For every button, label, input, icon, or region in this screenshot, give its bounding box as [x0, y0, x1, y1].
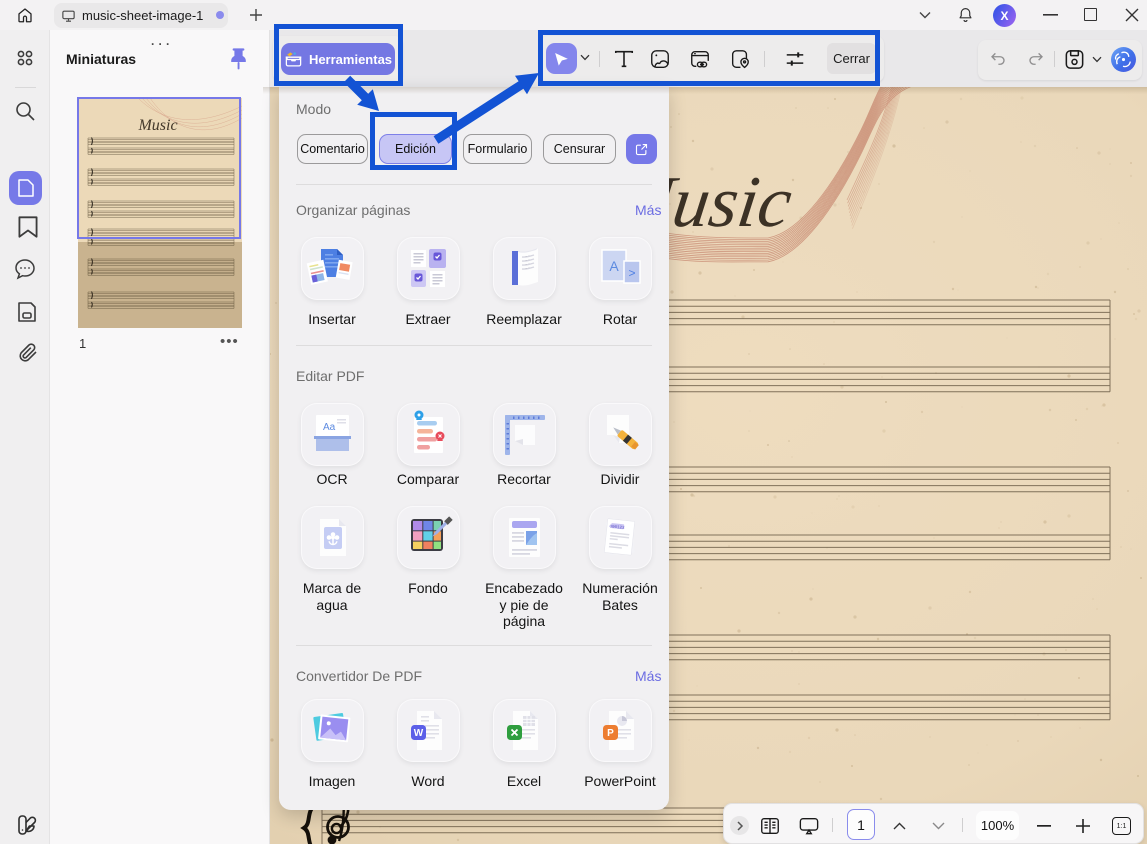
- svg-text:P: P: [607, 728, 614, 739]
- svg-text:W: W: [414, 728, 424, 739]
- svg-text:>: >: [628, 266, 635, 280]
- svg-text:A: A: [609, 258, 619, 274]
- svg-text:Aa: Aa: [323, 422, 336, 433]
